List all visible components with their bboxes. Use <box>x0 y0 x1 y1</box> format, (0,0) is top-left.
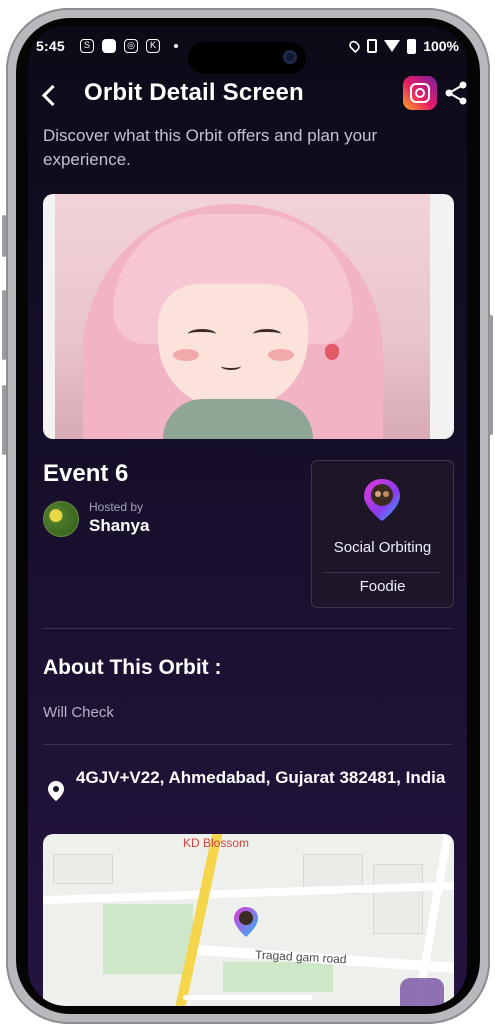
location-pin-icon <box>362 477 402 523</box>
location-map[interactable]: KD Blossom Tragad gam road <box>43 834 454 1006</box>
camera-lens <box>283 50 297 64</box>
volume-up-button <box>2 215 6 257</box>
system-icons: 100% <box>347 38 459 54</box>
illustration-sweater <box>163 399 313 439</box>
card-divider <box>324 572 441 573</box>
map-park <box>103 904 193 974</box>
share-icon[interactable] <box>443 80 467 106</box>
app-icon <box>102 39 116 53</box>
page-subtitle: Discover what this Orbit offers and plan… <box>43 126 378 169</box>
status-time: 5:45 <box>36 38 65 54</box>
header: Orbit Detail Screen <box>28 76 467 116</box>
divider <box>43 628 452 629</box>
app-icon: K <box>146 39 160 53</box>
dot-icon <box>174 44 178 48</box>
volume-down-button <box>2 290 6 360</box>
s-icon: S <box>80 39 94 53</box>
page-title: Orbit Detail Screen <box>84 79 304 106</box>
battery-icon <box>407 38 417 54</box>
illustration-face <box>158 284 308 409</box>
instagram-icon[interactable] <box>403 76 437 110</box>
power-button <box>489 315 493 435</box>
event-title: Event 6 <box>43 460 129 487</box>
orbit-category-card[interactable]: Social Orbiting Foodie <box>311 460 454 608</box>
orbit-category-label: Social Orbiting <box>333 539 432 556</box>
hosted-by-label: Hosted by <box>89 500 144 514</box>
map-marker-icon[interactable] <box>233 906 259 938</box>
app-screen: 5:45 S ◎ K 100% Orbit Detail Screen Disc… <box>28 26 467 1006</box>
map-park <box>223 962 333 992</box>
instagram-status-icon: ◎ <box>124 39 138 53</box>
side-button <box>2 385 6 455</box>
map-label-kd-blossom: KD Blossom <box>183 836 250 850</box>
battery-percent: 100% <box>423 38 459 54</box>
illustration-mouth <box>221 362 241 370</box>
map-overlay-button[interactable] <box>400 978 444 1006</box>
vibrate-icon <box>367 39 378 53</box>
home-indicator[interactable] <box>183 995 313 1000</box>
host-avatar[interactable] <box>43 501 79 537</box>
orbit-tag-label: Foodie <box>359 578 406 595</box>
host-name[interactable]: Shanya <box>89 516 149 536</box>
illustration-eye-right <box>253 329 281 339</box>
location-icon <box>347 38 362 54</box>
illustration-eye-left <box>188 329 216 339</box>
about-text: Will Check <box>43 704 114 721</box>
map-block <box>53 854 113 884</box>
about-section-title: About This Orbit : <box>43 656 222 679</box>
wifi-icon <box>384 40 401 52</box>
notification-icons: S ◎ K <box>80 39 178 53</box>
illustration-blush-right <box>268 349 294 361</box>
illustration-earring <box>325 344 339 360</box>
event-image <box>43 194 454 439</box>
map-block <box>373 864 423 934</box>
divider <box>43 744 452 745</box>
event-address: 4GJV+V22, Ahmedabad, Gujarat 382481, Ind… <box>76 768 446 787</box>
location-icon <box>47 780 65 802</box>
illustration-blush-left <box>173 349 199 361</box>
back-arrow-icon[interactable] <box>36 80 66 110</box>
